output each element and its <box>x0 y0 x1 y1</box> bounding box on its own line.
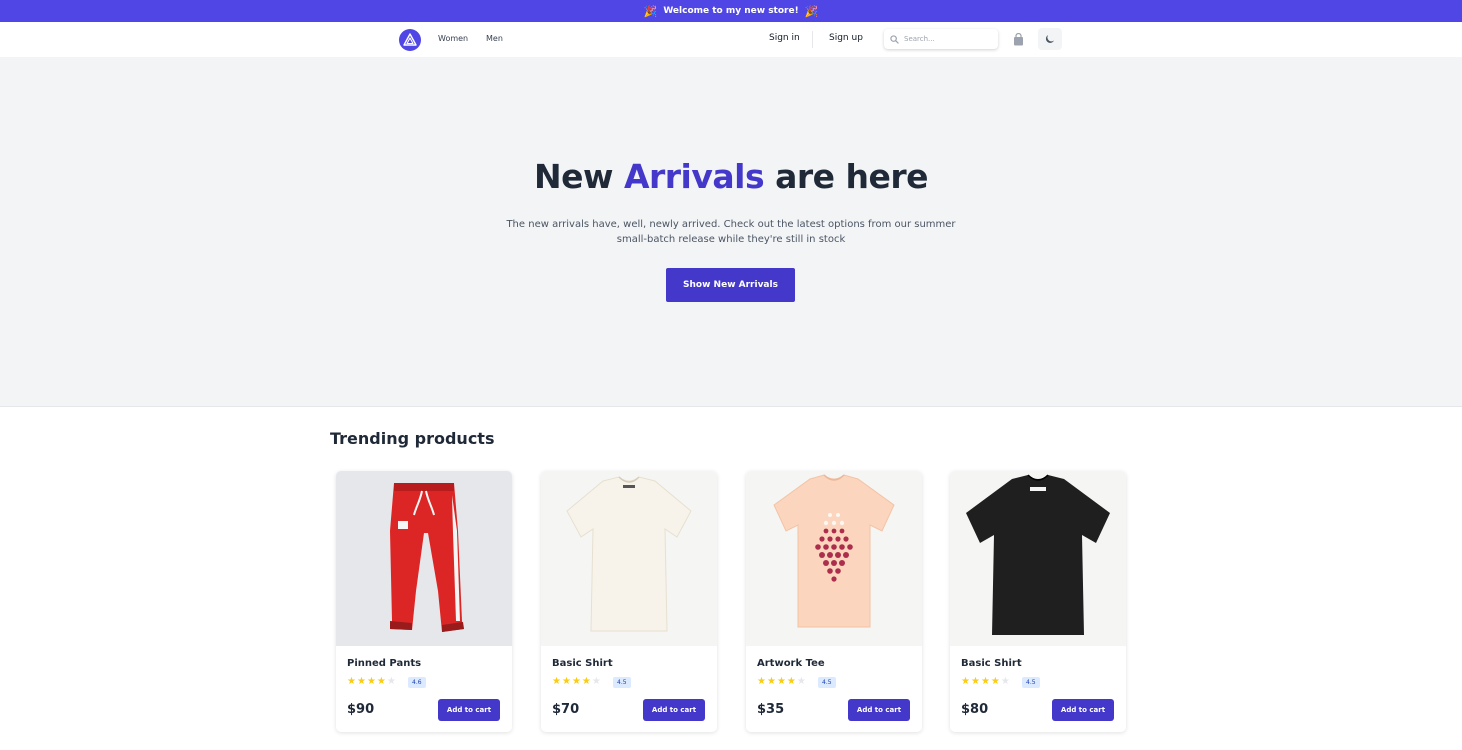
top-navigation: Women Men Sign in Sign up <box>0 22 1462 57</box>
product-card[interactable]: Artwork Tee ★ ★ ★ ★ ★ 4.5 $35 Add to cart <box>746 471 922 732</box>
hero-title-post: are here <box>775 157 929 196</box>
star-icon: ★ <box>356 676 366 687</box>
product-image[interactable] <box>746 471 922 646</box>
hero-description: The new arrivals have, well, newly arriv… <box>506 219 956 245</box>
artwork-tee-image <box>773 474 895 628</box>
sign-in-link[interactable]: Sign in <box>769 33 800 43</box>
star-icon: ★ <box>581 676 591 687</box>
star-icon: ★ <box>552 676 561 687</box>
announcement-bar: 🎉 Welcome to my new store! 🎉 <box>0 0 1462 22</box>
rating-badge: 4.6 <box>408 677 426 688</box>
search-icon <box>890 34 899 44</box>
hero-section: New Arrivals are here The new arrivals h… <box>0 57 1462 407</box>
product-price: $70 <box>552 702 580 717</box>
star-icon: ★ <box>766 676 776 687</box>
shopping-bag-icon <box>1013 32 1023 45</box>
star-icon: ★ <box>571 676 581 687</box>
star-icon: ★ <box>980 676 990 687</box>
product-card[interactable]: Basic Shirt ★ ★ ★ ★ ★ 4.5 $70 Add to cart <box>541 471 717 732</box>
rating-badge: 4.5 <box>818 677 836 688</box>
star-rating: ★ ★ ★ ★ ★ <box>757 676 806 687</box>
black-shirt-image <box>966 474 1110 635</box>
announcement-text: Welcome to my new store! <box>663 6 799 16</box>
product-name[interactable]: Pinned Pants <box>347 658 421 669</box>
product-name[interactable]: Basic Shirt <box>552 658 613 669</box>
moon-icon <box>1045 35 1054 43</box>
product-name[interactable]: Artwork Tee <box>757 658 825 669</box>
star-icon: ★ <box>961 676 970 687</box>
add-to-cart-button[interactable]: Add to cart <box>438 699 500 721</box>
star-icon: ★ <box>591 676 601 687</box>
star-icon: ★ <box>376 676 386 687</box>
trending-products-title: Trending products <box>330 429 495 448</box>
product-card[interactable]: Pinned Pants ★ ★ ★ ★ ★ 4.6 $90 Add to cart <box>336 471 512 732</box>
star-icon: ★ <box>386 676 396 687</box>
star-rating: ★ ★ ★ ★ ★ <box>961 676 1010 687</box>
product-image[interactable] <box>950 471 1126 646</box>
shopping-bag-button[interactable] <box>1011 31 1025 47</box>
store-logo[interactable] <box>399 29 421 51</box>
logo-triangle-icon <box>403 33 417 46</box>
product-card[interactable]: Basic Shirt ★ ★ ★ ★ ★ 4.5 $80 Add to cart <box>950 471 1126 732</box>
star-icon: ★ <box>757 676 766 687</box>
add-to-cart-button[interactable]: Add to cart <box>643 699 705 721</box>
search-input[interactable] <box>904 35 984 43</box>
star-icon: ★ <box>1000 676 1010 687</box>
star-rating: ★ ★ ★ ★ ★ <box>347 676 396 687</box>
star-icon: ★ <box>796 676 806 687</box>
star-icon: ★ <box>366 676 376 687</box>
nav-link-men[interactable]: Men <box>486 34 503 43</box>
nav-divider <box>812 31 813 48</box>
add-to-cart-button[interactable]: Add to cart <box>1052 699 1114 721</box>
star-icon: ★ <box>786 676 796 687</box>
product-image[interactable] <box>336 471 512 646</box>
party-popper-icon: 🎉 <box>804 4 819 18</box>
hero-title-pre: New <box>533 157 614 196</box>
product-name[interactable]: Basic Shirt <box>961 658 1022 669</box>
product-image[interactable] <box>541 471 717 646</box>
hero-title-accent: Arrivals <box>623 157 765 196</box>
star-icon: ★ <box>990 676 1000 687</box>
search-box[interactable] <box>884 29 998 49</box>
cream-shirt-image <box>566 476 692 632</box>
add-to-cart-button[interactable]: Add to cart <box>848 699 910 721</box>
party-popper-icon: 🎉 <box>643 4 658 18</box>
hero-title: New Arrivals are here <box>0 157 1462 196</box>
star-icon: ★ <box>347 676 356 687</box>
rating-badge: 4.5 <box>613 677 631 688</box>
star-icon: ★ <box>776 676 786 687</box>
star-icon: ★ <box>970 676 980 687</box>
sign-up-link[interactable]: Sign up <box>829 33 863 43</box>
product-price: $80 <box>961 702 989 717</box>
product-price: $35 <box>757 702 785 717</box>
dark-mode-toggle[interactable] <box>1038 28 1062 50</box>
product-price: $90 <box>347 702 375 717</box>
show-new-arrivals-button[interactable]: Show New Arrivals <box>666 268 795 302</box>
red-pants-image <box>390 483 464 632</box>
star-icon: ★ <box>561 676 571 687</box>
star-rating: ★ ★ ★ ★ ★ <box>552 676 601 687</box>
rating-badge: 4.5 <box>1022 677 1040 688</box>
nav-link-women[interactable]: Women <box>438 34 468 43</box>
